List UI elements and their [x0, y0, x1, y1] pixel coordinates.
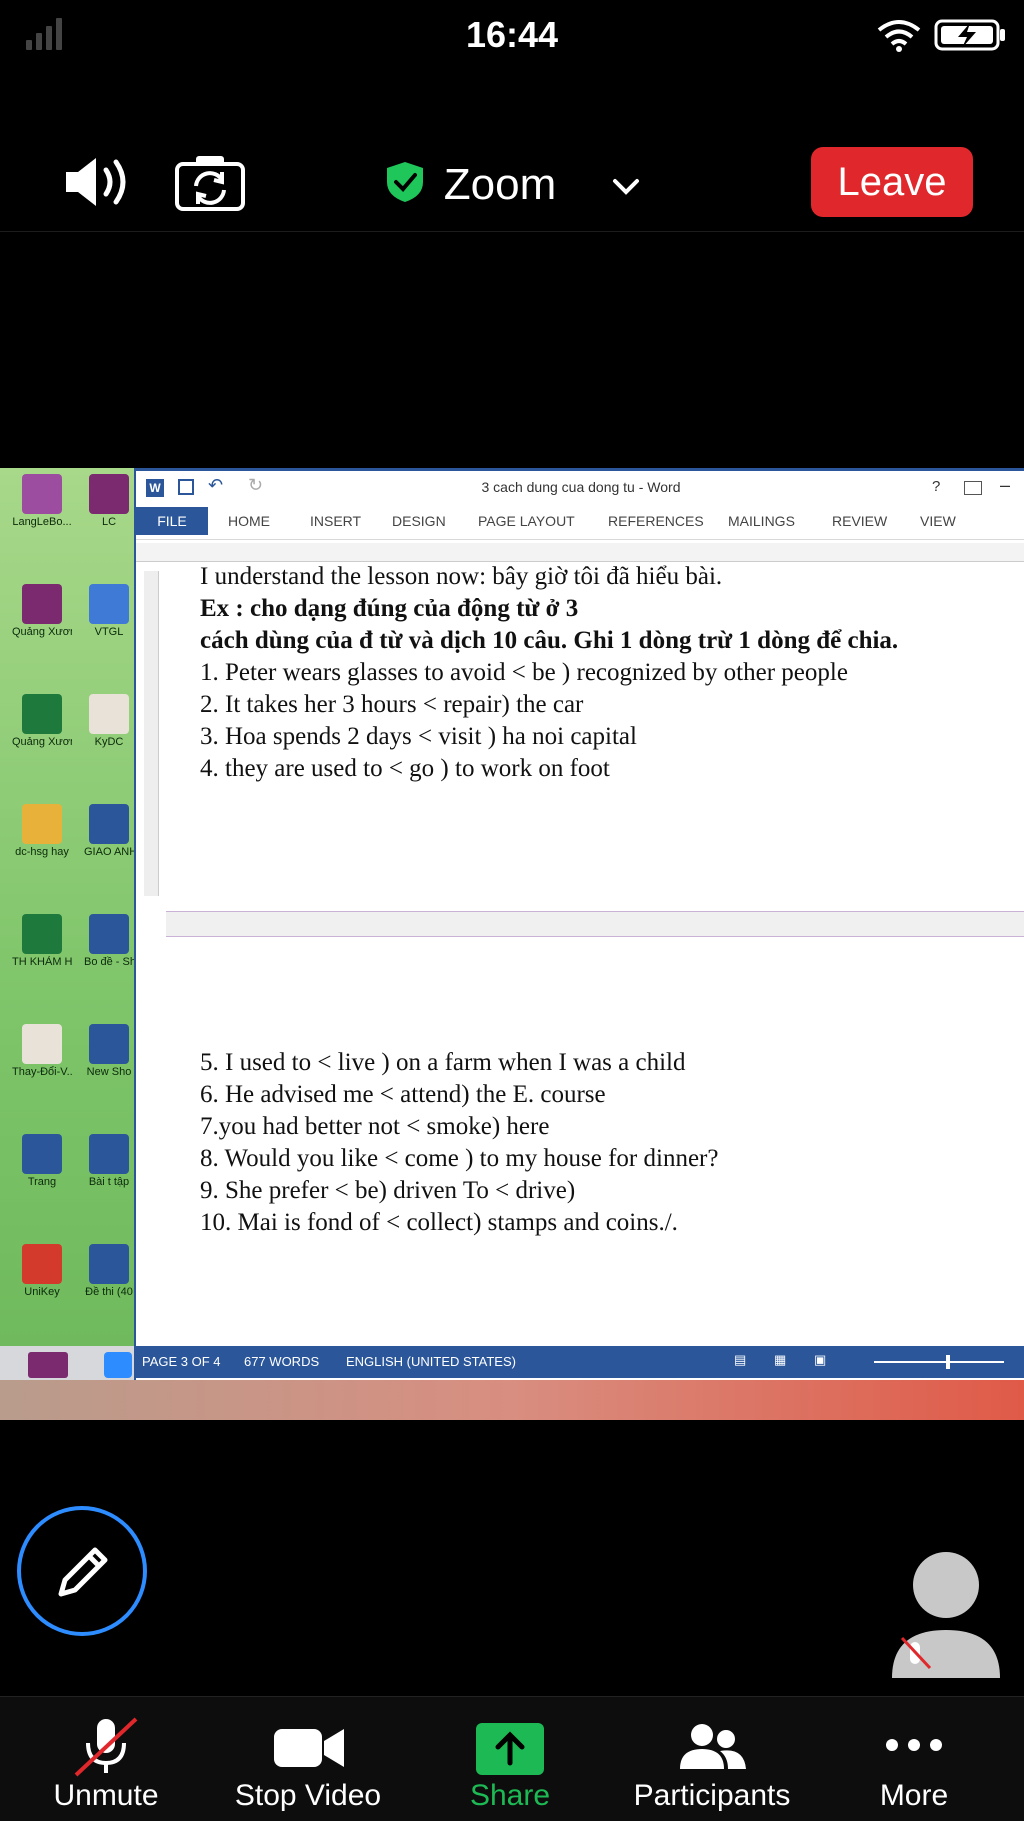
meeting-top-bar: Zoom Leave	[0, 130, 1024, 230]
stop-video-button[interactable]: Stop Video	[208, 1697, 408, 1821]
desktop-icon[interactable]: dc-hsg hay	[12, 804, 72, 859]
horizontal-ruler[interactable]	[136, 543, 1024, 562]
winrar-taskbar-icon[interactable]	[28, 1352, 68, 1378]
tab-home[interactable]: HOME	[228, 513, 270, 529]
word-window[interactable]: W ↶ ↻ 3 cach dung cua dong tu - Word ? –…	[134, 468, 1024, 1381]
read-mode-icon[interactable]: ▤	[734, 1352, 746, 1368]
microphone-muted-icon	[74, 1717, 138, 1777]
chevron-down-icon[interactable]	[612, 178, 640, 196]
wifi-icon	[877, 20, 921, 52]
page-break	[166, 911, 1024, 937]
doc-line[interactable]: Ex : cho dạng đúng của động từ ở 3	[200, 595, 578, 623]
ribbon-display-icon[interactable]	[964, 481, 982, 495]
desktop-icon[interactable]: Quảng Xương	[12, 694, 72, 749]
stop-video-label: Stop Video	[234, 1779, 382, 1812]
tab-insert[interactable]: INSERT	[310, 513, 361, 529]
unmute-label: Unmute	[53, 1779, 159, 1812]
window-title: 3 cach dung cua dong tu - Word	[481, 479, 681, 495]
participant-avatar[interactable]	[888, 1550, 1004, 1685]
print-layout-icon[interactable]: ▦	[774, 1352, 786, 1368]
participants-label: Participants	[633, 1779, 791, 1812]
desktop-icon[interactable]: Quảng Xương (1)	[12, 584, 72, 639]
ribbon-tabs: FILE HOME INSERT DESIGN PAGE LAYOUT REFE…	[136, 503, 1024, 540]
desktop-icon[interactable]: Thay-Đổi-V...	[12, 1024, 72, 1079]
share-label: Share	[469, 1779, 551, 1812]
doc-line[interactable]: 9. She prefer < be) driven To < drive)	[200, 1177, 575, 1205]
doc-line[interactable]: 6. He advised me < attend) the E. course	[200, 1081, 606, 1109]
windows-taskbar	[0, 1346, 134, 1382]
more-button[interactable]: More	[814, 1697, 1014, 1821]
doc-line[interactable]: 8. Would you like < come ) to my house f…	[200, 1145, 718, 1173]
leave-button[interactable]: Leave	[811, 147, 973, 217]
more-label: More	[879, 1779, 949, 1812]
doc-line[interactable]: 3. Hoa spends 2 days < visit ) ha noi ca…	[200, 723, 637, 751]
zoom-slider[interactable]	[874, 1361, 1004, 1363]
doc-line[interactable]: 1. Peter wears glasses to avoid < be ) r…	[200, 659, 848, 687]
desktop-icon[interactable]: Bo đề - Sh	[84, 914, 134, 969]
zoom-slider-thumb[interactable]	[946, 1355, 950, 1369]
participants-button[interactable]: Participants	[612, 1697, 812, 1821]
shared-screen[interactable]: LangLeBo... Quảng Xương (1) Quảng Xương …	[0, 468, 1024, 1420]
battery-charging-icon	[934, 19, 1005, 51]
share-arrow-icon	[476, 1723, 544, 1775]
language-indicator[interactable]: ENGLISH (UNITED STATES)	[346, 1354, 516, 1369]
doc-line[interactable]: 4. they are used to < go ) to work on fo…	[200, 755, 610, 783]
annotate-button[interactable]	[17, 1506, 147, 1636]
desktop-icon[interactable]: Bài t tập	[84, 1134, 134, 1189]
tab-references[interactable]: REFERENCES	[608, 513, 704, 529]
divider	[0, 231, 1024, 232]
doc-line[interactable]: 10. Mai is fond of < collect) stamps and…	[200, 1209, 678, 1237]
desktop-icon[interactable]: KyDC	[84, 694, 134, 749]
help-button[interactable]: ?	[932, 478, 940, 495]
doc-line[interactable]: cách dùng của đ từ và dịch 10 câu. Ghi 1…	[200, 627, 898, 655]
video-camera-icon	[274, 1729, 344, 1767]
minimize-button[interactable]: –	[1000, 475, 1010, 496]
desktop-icon[interactable]: GIAO ANH	[84, 804, 134, 859]
web-layout-icon[interactable]: ▣	[814, 1352, 826, 1368]
desktop-icon[interactable]: Đề thi (40	[84, 1244, 134, 1299]
pencil-icon	[58, 1547, 108, 1597]
desktop-icon[interactable]: LC	[84, 474, 134, 529]
word-title-bar: W ↶ ↻ 3 cach dung cua dong tu - Word ? –	[136, 471, 1024, 503]
share-button[interactable]: Share	[410, 1697, 610, 1821]
meeting-toolbar: Unmute Stop Video Share Participants Mor…	[0, 1696, 1024, 1821]
doc-line[interactable]: 5. I used to < live ) on a farm when I w…	[200, 1049, 686, 1077]
unmute-button[interactable]: Unmute	[6, 1697, 206, 1821]
desktop-icon[interactable]: UniKey	[12, 1244, 72, 1299]
tab-review[interactable]: REVIEW	[832, 513, 887, 529]
word-count[interactable]: 677 WORDS	[244, 1354, 319, 1369]
desktop-icon[interactable]: VTGL	[84, 584, 134, 639]
phone-status-bar: 16:44	[0, 0, 1024, 72]
doc-line[interactable]: 7.you had better not < smoke) here	[200, 1113, 549, 1141]
more-dots-icon	[886, 1739, 942, 1751]
status-time: 16:44	[465, 14, 559, 55]
desktop-wallpaper-strip	[0, 1380, 1024, 1420]
desktop-icon[interactable]: LangLeBo...	[12, 474, 72, 529]
tab-mailings[interactable]: MAILINGS	[728, 513, 795, 529]
page-count[interactable]: PAGE 3 OF 4	[142, 1354, 221, 1369]
doc-line[interactable]: I understand the lesson now: bây giờ tôi…	[200, 563, 722, 591]
vertical-ruler[interactable]	[144, 571, 159, 896]
desktop-icon[interactable]: New Sho	[84, 1024, 134, 1079]
tab-design[interactable]: DESIGN	[392, 513, 446, 529]
tab-view[interactable]: VIEW	[920, 513, 956, 529]
doc-line[interactable]: 2. It takes her 3 hours < repair) the ca…	[200, 691, 583, 719]
word-status-bar: PAGE 3 OF 4 677 WORDS ENGLISH (UNITED ST…	[134, 1346, 1024, 1378]
tab-page-layout[interactable]: PAGE LAYOUT	[478, 513, 575, 529]
desktop-icon[interactable]: TH KHẢM HỌC SINH	[12, 914, 72, 969]
desktop-icon[interactable]: Trang	[12, 1134, 72, 1189]
zoom-taskbar-icon[interactable]	[104, 1352, 132, 1378]
tab-file[interactable]: FILE	[136, 507, 208, 535]
participants-icon	[680, 1724, 746, 1769]
